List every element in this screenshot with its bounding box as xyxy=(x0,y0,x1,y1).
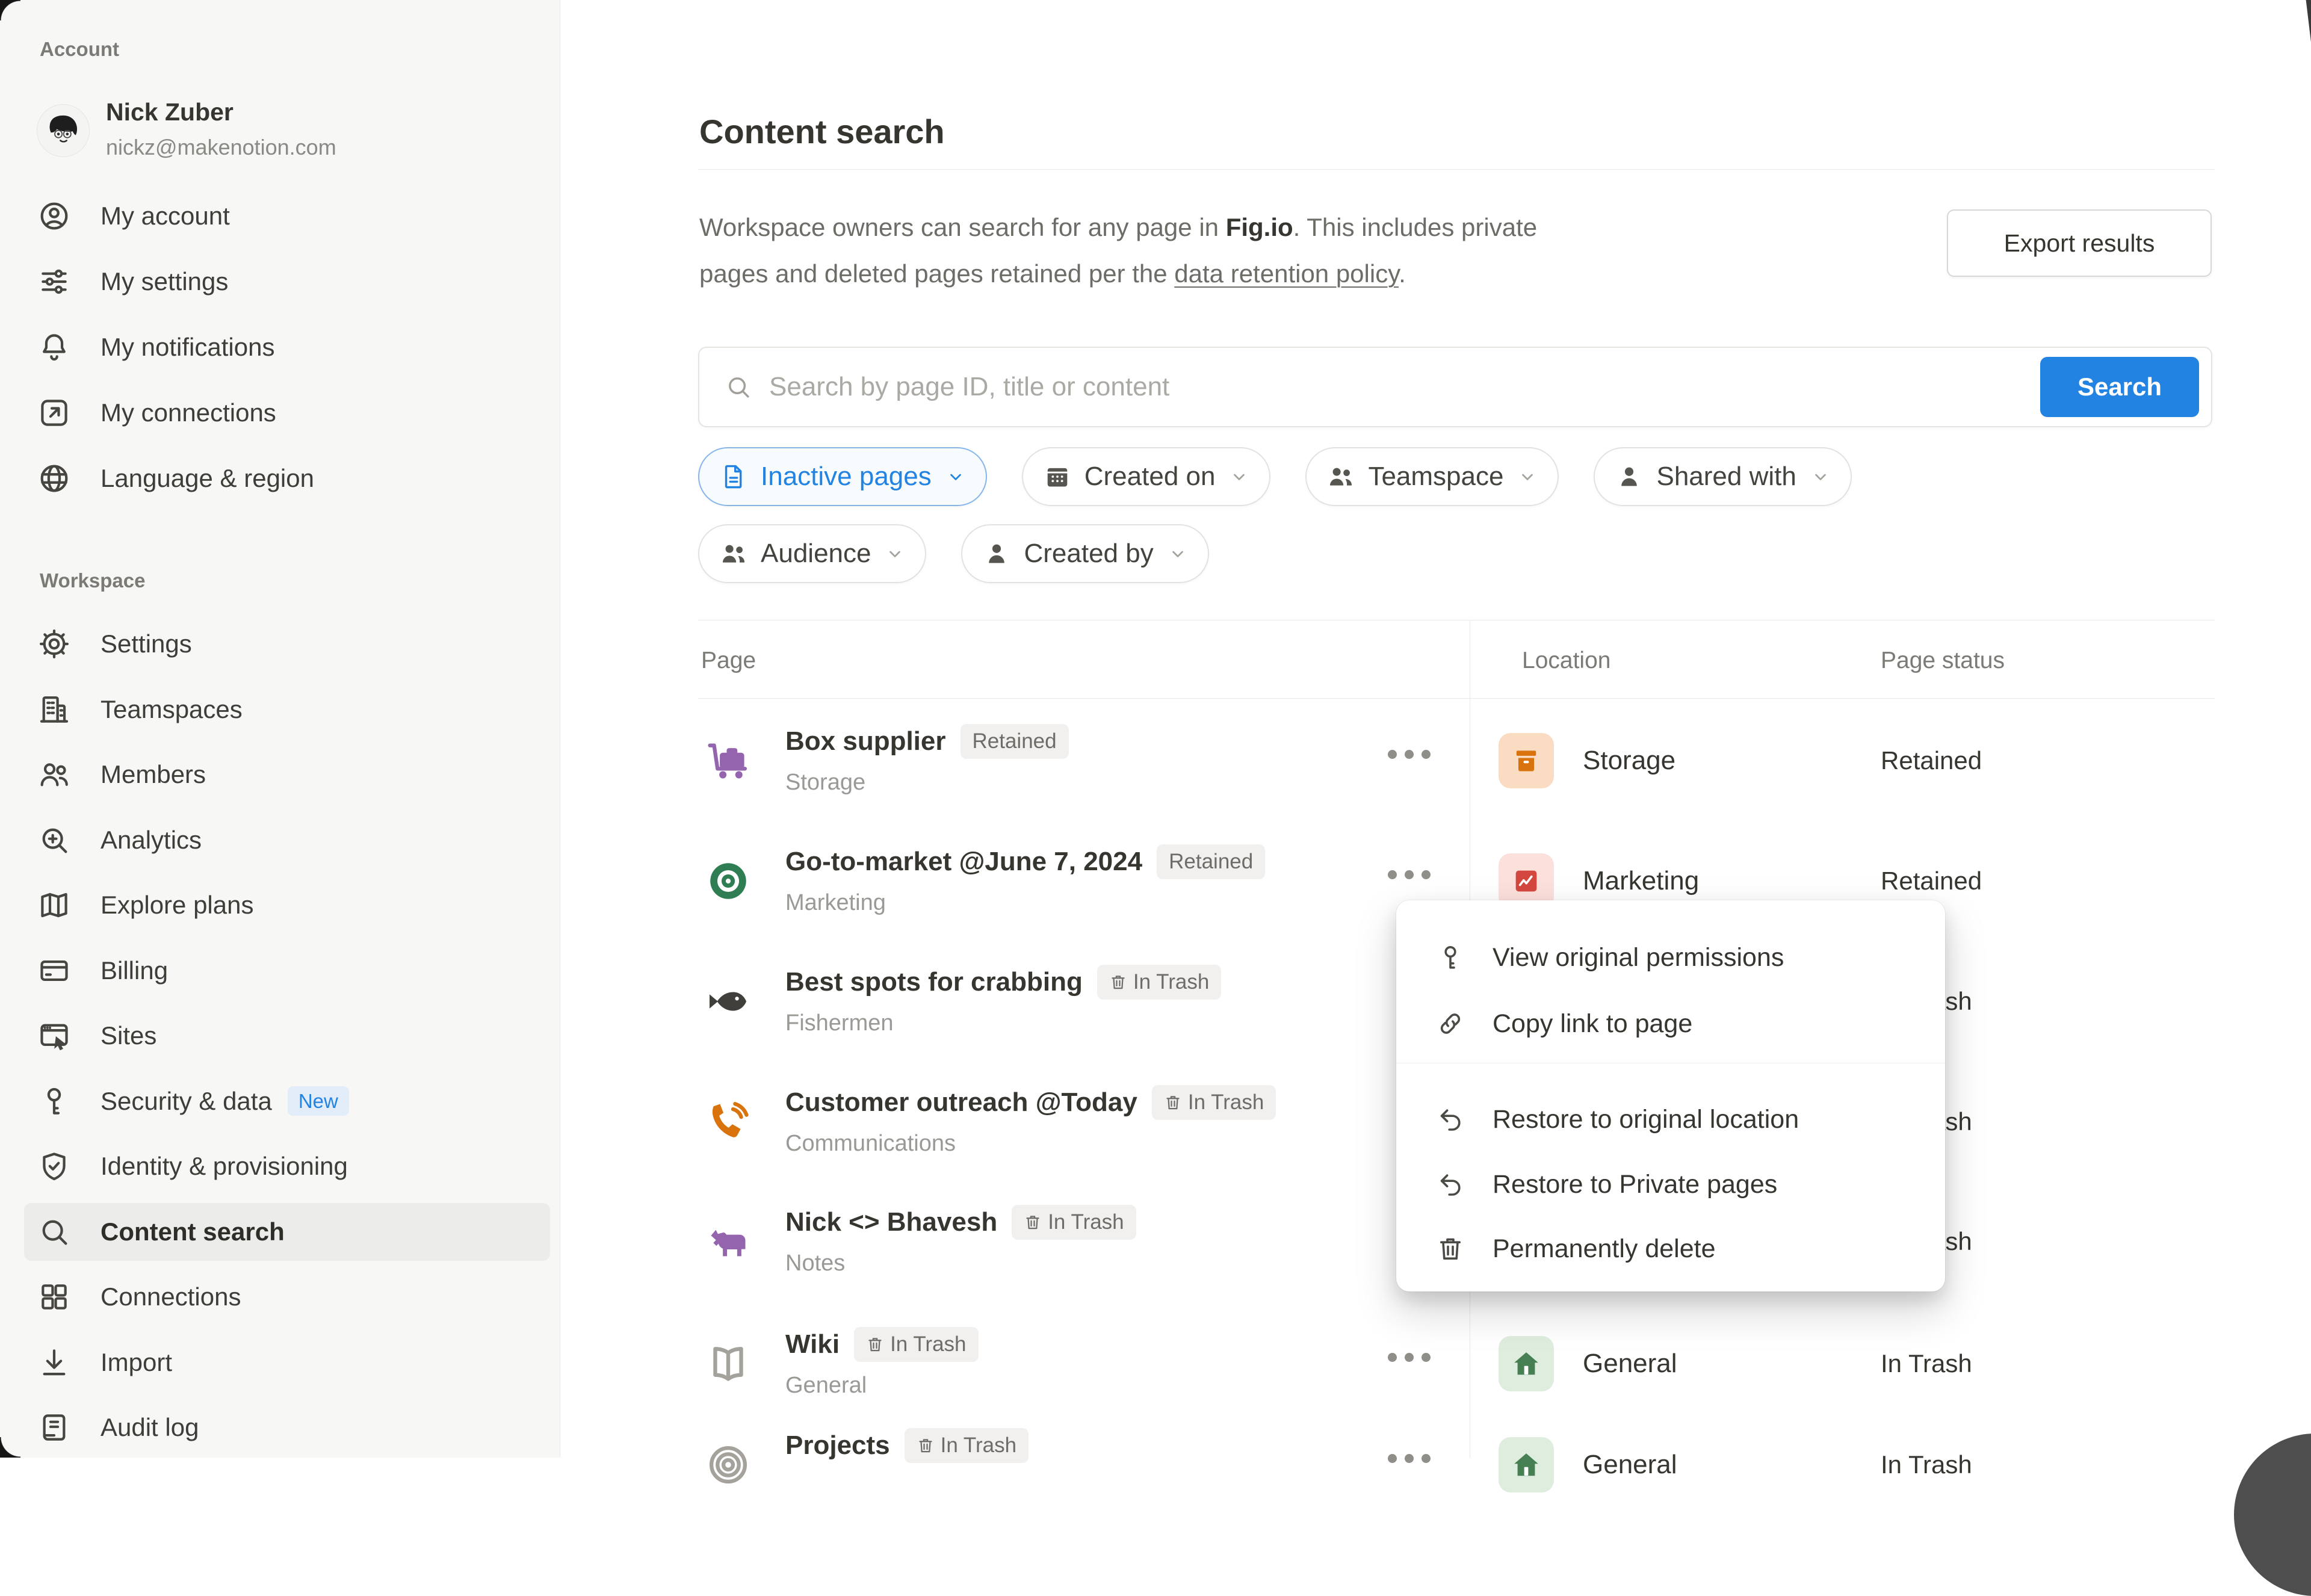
sidebar-item-audit-log[interactable]: Audit log xyxy=(24,1399,550,1456)
sidebar-item-label: Connections xyxy=(101,1282,241,1311)
arrow-out-icon xyxy=(37,396,71,430)
sidebar-item-settings[interactable]: Settings xyxy=(24,615,550,673)
dot xyxy=(1405,1454,1414,1463)
undo-icon xyxy=(1436,1170,1465,1199)
sidebar-item-label: My notifications xyxy=(101,333,274,362)
sidebar-item-label: My account xyxy=(101,202,230,230)
download-icon xyxy=(37,1346,71,1379)
menu-item-restore-to-original-location[interactable]: Restore to original location xyxy=(1408,1089,1933,1149)
dot xyxy=(1422,1454,1431,1463)
location-icon-house xyxy=(1499,1437,1554,1492)
badge-label: In Trash xyxy=(941,1434,1016,1458)
sidebar-item-label: Import xyxy=(101,1348,172,1377)
menu-item-label: Copy link to page xyxy=(1493,1009,1692,1039)
house-icon xyxy=(1510,1449,1542,1481)
page-status-badge: In Trash xyxy=(905,1428,1029,1463)
key-icon xyxy=(1436,943,1465,972)
row-menu-button[interactable] xyxy=(1388,1454,1431,1463)
gear-icon xyxy=(37,627,71,661)
sidebar-item-my-notifications[interactable]: My notifications xyxy=(24,318,550,376)
page-status: In Trash xyxy=(1881,1449,1972,1480)
new-badge: New xyxy=(288,1086,349,1116)
sidebar-item-label: Explore plans xyxy=(101,891,253,920)
grid-icon xyxy=(37,1280,71,1314)
menu-item-copy-link-to-page[interactable]: Copy link to page xyxy=(1408,994,1933,1054)
key-icon xyxy=(37,1084,71,1118)
sidebar-item-label: Identity & provisioning xyxy=(101,1152,348,1181)
dot xyxy=(1388,1454,1397,1463)
people-icon xyxy=(37,758,71,791)
menu-item-permanently-delete[interactable]: Permanently delete xyxy=(1408,1219,1933,1279)
user-avatar-illustration xyxy=(37,105,89,156)
settings-sidebar: Account Nick Zuber nickz@makenotion.com … xyxy=(0,0,560,1458)
row-context-menu: View original permissions Copy link to pa… xyxy=(1396,900,1945,1291)
sidebar-item-label: Teamspaces xyxy=(101,695,243,724)
search-plus-icon xyxy=(37,823,71,857)
spiral-icon xyxy=(705,1442,751,1488)
building-icon xyxy=(37,693,71,726)
sidebar-item-identity-provisioning[interactable]: Identity & provisioning xyxy=(24,1137,550,1195)
page-title-link[interactable]: Projects xyxy=(785,1431,890,1461)
sidebar-item-content-search[interactable]: Content search xyxy=(24,1203,550,1261)
menu-item-label: Restore to original location xyxy=(1493,1105,1799,1134)
sidebar-item-label: Audit log xyxy=(101,1413,199,1442)
user-circle-icon xyxy=(37,199,71,233)
sidebar-item-label: Settings xyxy=(101,629,192,658)
trash-icon xyxy=(917,1437,935,1455)
location-label: General xyxy=(1583,1448,1677,1482)
user-email: nickz@makenotion.com xyxy=(106,134,336,161)
sidebar-item-connections[interactable]: Connections xyxy=(24,1268,550,1326)
trash-icon xyxy=(1436,1234,1465,1263)
notion-settings-window: { "sidebar": { "account_section": "Accou… xyxy=(0,0,2311,1458)
shield-icon xyxy=(37,1149,71,1183)
undo-icon xyxy=(1436,1105,1465,1134)
sidebar-item-label: Language & region xyxy=(101,464,314,493)
sidebar-item-label: Members xyxy=(101,760,206,789)
sidebar-item-security-data[interactable]: Security & data New xyxy=(24,1072,550,1130)
page-cell: Projects In Trash xyxy=(785,1426,1029,1465)
sidebar-item-language-region[interactable]: Language & region xyxy=(24,450,550,507)
sidebar-item-my-account[interactable]: My account xyxy=(24,187,550,245)
card-icon xyxy=(37,954,71,988)
menu-item-label: Restore to Private pages xyxy=(1493,1170,1777,1199)
user-name: Nick Zuber xyxy=(106,96,336,128)
sidebar-item-label: My settings xyxy=(101,267,228,296)
search-icon xyxy=(37,1215,71,1249)
sidebar-section-account: Account xyxy=(40,37,119,61)
menu-item-label: View original permissions xyxy=(1493,943,1784,973)
sidebar-item-label: My connections xyxy=(101,398,276,427)
window-corner-top-left xyxy=(0,0,20,20)
sidebar-item-label: Content search xyxy=(101,1217,285,1246)
sidebar-item-import[interactable]: Import xyxy=(24,1334,550,1391)
menu-item-restore-to-private-pages[interactable]: Restore to Private pages xyxy=(1408,1154,1933,1214)
cursor-blob xyxy=(2234,1434,2311,1596)
sidebar-item-members[interactable]: Members xyxy=(24,746,550,803)
sidebar-item-my-connections[interactable]: My connections xyxy=(24,384,550,442)
sliders-icon xyxy=(37,265,71,298)
sidebar-item-label: Analytics xyxy=(101,826,202,855)
window-corner-bottom-left xyxy=(0,1437,20,1458)
scroll-icon xyxy=(37,1411,71,1444)
sidebar-item-my-settings[interactable]: My settings xyxy=(24,253,550,311)
sidebar-item-label: Sites xyxy=(101,1021,156,1050)
sidebar-item-billing[interactable]: Billing xyxy=(24,942,550,1000)
globe-icon xyxy=(37,462,71,495)
map-icon xyxy=(37,888,71,922)
sidebar-item-sites[interactable]: Sites xyxy=(24,1007,550,1065)
bell-icon xyxy=(37,330,71,364)
browser-icon xyxy=(37,1019,71,1053)
sidebar-item-teamspaces[interactable]: Teamspaces xyxy=(24,681,550,738)
page-icon-spiral xyxy=(705,1442,751,1488)
sidebar-section-workspace: Workspace xyxy=(40,569,145,593)
menu-item-view-original-permissions[interactable]: View original permissions xyxy=(1408,927,1933,988)
avatar xyxy=(37,105,89,156)
sidebar-item-explore-plans[interactable]: Explore plans xyxy=(24,876,550,934)
link-icon xyxy=(1436,1009,1465,1038)
sidebar-item-label: Billing xyxy=(101,956,168,985)
sidebar-item-label: Security & data xyxy=(101,1087,272,1116)
sidebar-item-analytics[interactable]: Analytics xyxy=(24,811,550,869)
account-user[interactable]: Nick Zuber nickz@makenotion.com xyxy=(37,96,336,161)
menu-item-label: Permanently delete xyxy=(1493,1234,1716,1264)
